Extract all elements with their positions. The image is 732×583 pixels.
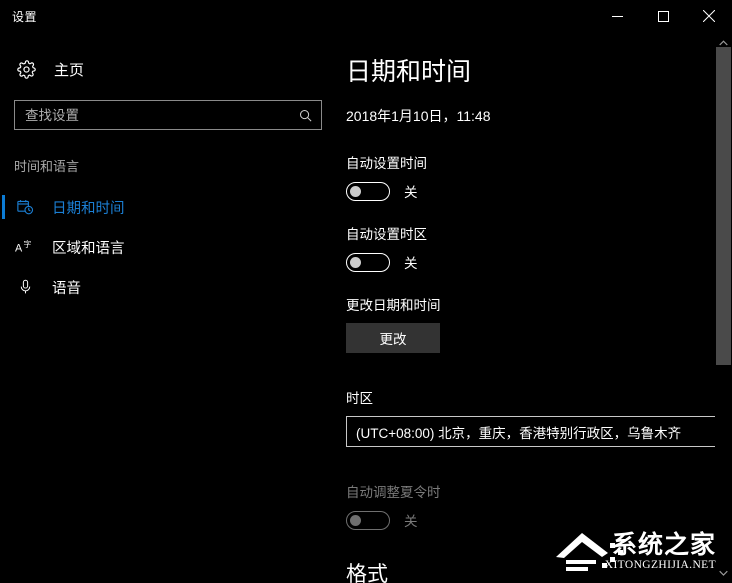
auto-timezone-state: 关 bbox=[404, 256, 418, 271]
auto-time-state: 关 bbox=[404, 185, 418, 200]
sidebar-item-label: 区域和语言 bbox=[52, 240, 125, 257]
change-datetime-label: 更改日期和时间 bbox=[346, 298, 441, 313]
timezone-label: 时区 bbox=[346, 391, 373, 406]
daylight-saving-label: 自动调整夏令时 bbox=[346, 485, 441, 500]
chevron-up-icon bbox=[719, 39, 728, 45]
close-button[interactable] bbox=[686, 0, 732, 32]
selection-accent-bar bbox=[2, 275, 5, 299]
vertical-scrollbar[interactable] bbox=[715, 32, 732, 583]
search-icon[interactable] bbox=[298, 108, 313, 123]
current-datetime: 2018年1月10日，11:48 bbox=[346, 108, 491, 124]
daylight-saving-toggle bbox=[346, 510, 390, 530]
window-controls bbox=[594, 0, 732, 32]
change-datetime-button[interactable]: 更改 bbox=[346, 323, 440, 353]
auto-time-label: 自动设置时间 bbox=[346, 156, 427, 171]
minimize-button[interactable] bbox=[594, 0, 640, 32]
main-content: 日期和时间 2018年1月10日，11:48 自动设置时间 关 自动设置时区 关 bbox=[340, 32, 732, 583]
page-title: 日期和时间 bbox=[346, 58, 472, 86]
toggle-knob bbox=[350, 256, 361, 268]
chevron-down-icon bbox=[719, 570, 728, 576]
scroll-down-button[interactable] bbox=[715, 564, 732, 581]
daylight-saving-toggle-row: 关 bbox=[346, 510, 732, 530]
search-input[interactable] bbox=[25, 107, 298, 123]
auto-timezone-toggle[interactable] bbox=[346, 252, 390, 272]
minimize-icon bbox=[611, 15, 623, 17]
close-icon bbox=[703, 10, 715, 22]
svg-text:字: 字 bbox=[23, 239, 31, 249]
auto-timezone-setting: 自动设置时区 关 bbox=[346, 223, 732, 272]
selection-accent-bar bbox=[2, 235, 5, 259]
title-bar[interactable]: 设置 bbox=[0, 0, 732, 32]
auto-time-toggle-row: 关 bbox=[346, 181, 732, 201]
maximize-icon bbox=[657, 10, 669, 22]
search-box[interactable] bbox=[14, 100, 322, 130]
sidebar-home-label: 主页 bbox=[54, 61, 85, 79]
toggle-knob bbox=[350, 185, 361, 197]
sidebar-item-date-and-time[interactable]: 日期和时间 bbox=[0, 187, 340, 227]
toggle-knob bbox=[350, 514, 361, 526]
gear-icon bbox=[14, 59, 38, 79]
sidebar-item-region-and-language[interactable]: A 字 区域和语言 bbox=[0, 227, 340, 267]
auto-timezone-label: 自动设置时区 bbox=[346, 227, 427, 242]
daylight-saving-state: 关 bbox=[404, 514, 418, 529]
svg-text:A: A bbox=[15, 243, 23, 255]
scrollbar-thumb[interactable] bbox=[716, 47, 731, 365]
change-datetime-setting: 更改日期和时间 更改 bbox=[346, 294, 732, 353]
sidebar-item-label: 语音 bbox=[52, 280, 81, 297]
sidebar-item-speech[interactable]: 语音 bbox=[0, 267, 340, 307]
auto-timezone-toggle-row: 关 bbox=[346, 252, 732, 272]
sidebar-item-home[interactable]: 主页 bbox=[0, 52, 340, 86]
microphone-icon bbox=[14, 278, 36, 296]
maximize-button[interactable] bbox=[640, 0, 686, 32]
sidebar-category-label: 时间和语言 bbox=[14, 159, 80, 174]
auto-time-toggle[interactable] bbox=[346, 181, 390, 201]
auto-time-setting: 自动设置时间 关 bbox=[346, 152, 732, 201]
timezone-setting: 时区 (UTC+08:00) 北京，重庆，香港特别行政区，乌鲁木齐 bbox=[346, 387, 732, 447]
calendar-clock-icon bbox=[14, 198, 36, 216]
daylight-saving-setting: 自动调整夏令时 关 bbox=[346, 481, 732, 530]
sidebar-item-label: 日期和时间 bbox=[52, 200, 125, 217]
selection-accent-bar bbox=[2, 195, 5, 219]
window-title: 设置 bbox=[12, 9, 38, 24]
timezone-select[interactable]: (UTC+08:00) 北京，重庆，香港特别行政区，乌鲁木齐 bbox=[346, 416, 732, 447]
format-section-heading: 格式 bbox=[346, 563, 388, 583]
sidebar: 主页 时间和语言 bbox=[0, 32, 340, 583]
language-icon: A 字 bbox=[14, 238, 36, 256]
